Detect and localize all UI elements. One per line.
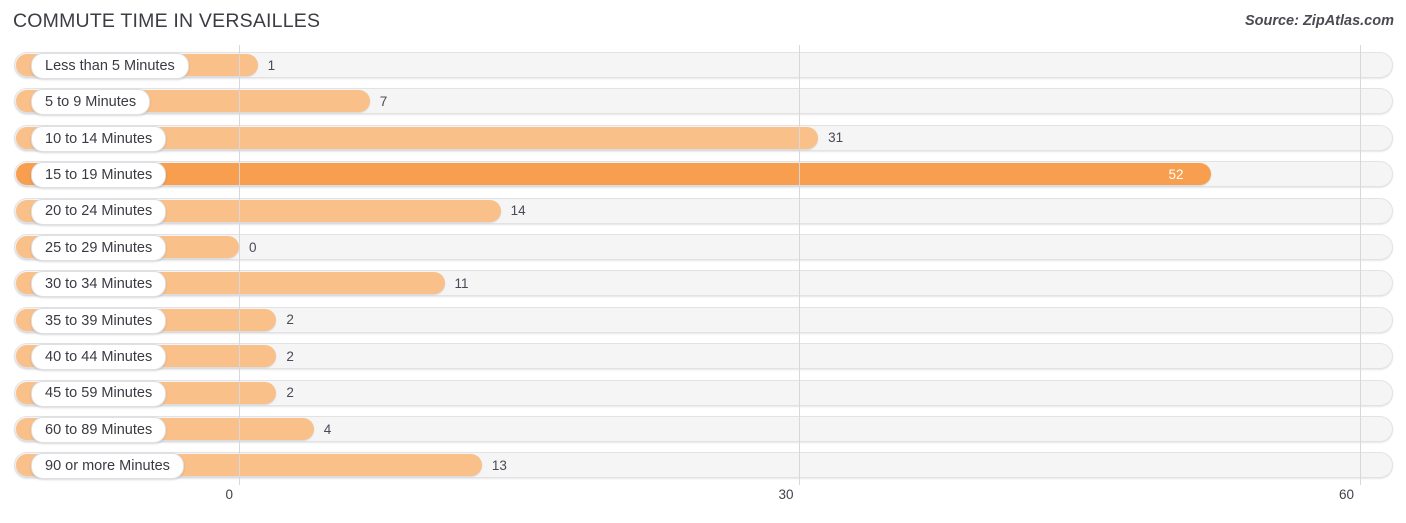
bar-row[interactable]: 30 to 34 Minutes 11 (14, 270, 1393, 298)
source-attribution: Source: ZipAtlas.com (1244, 13, 1394, 29)
bar-value-label: 13 (491, 457, 507, 473)
bar-row[interactable]: 90 or more Minutes 13 (14, 452, 1393, 480)
bar-value-label: 7 (379, 93, 388, 109)
bar-value-label: 0 (249, 239, 257, 255)
page-title: COMMUTE TIME IN VERSAILLES (13, 10, 321, 32)
bar-row[interactable]: 35 to 39 Minutes 2 (14, 306, 1393, 334)
bar-row[interactable]: 45 to 59 Minutes 2 (14, 379, 1393, 407)
bar-category-label-text: 25 to 29 Minutes (45, 239, 153, 256)
bar-row[interactable]: 10 to 14 Minutes 31 (14, 124, 1393, 152)
bar-value-label: 11 (454, 275, 469, 291)
bar-category-label-text: 90 or more Minutes (45, 458, 170, 475)
bar-rows: Less than 5 Minutes 1 5 to 9 Minutes 7 10 to… (0, 45, 1406, 485)
bar-category-label[interactable]: 10 to 14 Minutes (31, 125, 167, 152)
bar-row[interactable]: 5 to 9 Minutes 7 (14, 88, 1393, 116)
bar-category-label-text: Less than 5 Minutes (45, 57, 175, 74)
bar-category-label-text: 40 to 44 Minutes (45, 348, 153, 365)
bar-value-label: 1 (267, 57, 276, 73)
bar-row[interactable]: 60 to 89 Minutes 4 (14, 416, 1393, 443)
bar-category-label[interactable]: 45 to 59 Minutes (31, 380, 167, 407)
bar-category-label[interactable]: 90 or more Minutes (31, 453, 184, 480)
x-axis: 0 30 60 (0, 485, 1406, 523)
bar-category-label-text: 5 to 9 Minutes (45, 94, 137, 111)
bar-category-label-text: 30 to 34 Minutes (45, 276, 153, 293)
bar-row[interactable]: Less than 5 Minutes 1 (14, 52, 1393, 79)
bar-category-label-text: 45 to 59 Minutes (45, 385, 153, 402)
bar-category-label[interactable]: 35 to 39 Minutes (31, 307, 167, 334)
bar-category-label[interactable]: 15 to 19 Minutes (31, 162, 167, 189)
bar-value-label: 31 (828, 130, 844, 146)
bar-value-label: 14 (510, 203, 526, 219)
bar-value-label: 4 (323, 421, 332, 437)
bar-category-label[interactable]: 5 to 9 Minutes (31, 89, 151, 116)
bar-category-label-text: 35 to 39 Minutes (45, 312, 153, 329)
bar-value-label: 2 (286, 385, 294, 401)
bar-category-label-text: 10 to 14 Minutes (45, 130, 153, 147)
bar-row[interactable]: 20 to 24 Minutes 14 (14, 197, 1393, 225)
bar-value-label: 2 (286, 312, 294, 328)
x-axis-tick-label: 0 (225, 487, 233, 502)
bar-category-label-text: 15 to 19 Minutes (45, 166, 153, 183)
bar-value-label: 52 (1168, 166, 1184, 182)
bar-category-label[interactable]: Less than 5 Minutes (31, 53, 189, 79)
bar-category-label-text: 20 to 24 Minutes (45, 203, 153, 220)
chart-header: COMMUTE TIME IN VERSAILLES Source: ZipAt… (0, 0, 1406, 44)
bar-category-label[interactable]: 20 to 24 Minutes (31, 198, 167, 225)
bar-fill (16, 163, 1211, 186)
bar-category-label[interactable]: 60 to 89 Minutes (31, 417, 167, 443)
bar-value-label: 2 (286, 348, 294, 364)
bar-category-label[interactable]: 30 to 34 Minutes (31, 271, 167, 298)
bar-row[interactable]: 25 to 29 Minutes 0 (14, 234, 1393, 261)
bar-category-label-text: 60 to 89 Minutes (45, 421, 153, 438)
x-axis-tick-label: 60 (1338, 487, 1354, 502)
bar-row[interactable]: 15 to 19 Minutes 52 (14, 161, 1393, 189)
x-axis-tick-label: 30 (778, 487, 794, 502)
bar-row[interactable]: 40 to 44 Minutes 2 (14, 343, 1393, 371)
bar-category-label[interactable]: 25 to 29 Minutes (31, 235, 167, 261)
chart-plot-area: Less than 5 Minutes 1 5 to 9 Minutes 7 10 to… (0, 45, 1406, 485)
bar-category-label[interactable]: 40 to 44 Minutes (31, 344, 167, 371)
